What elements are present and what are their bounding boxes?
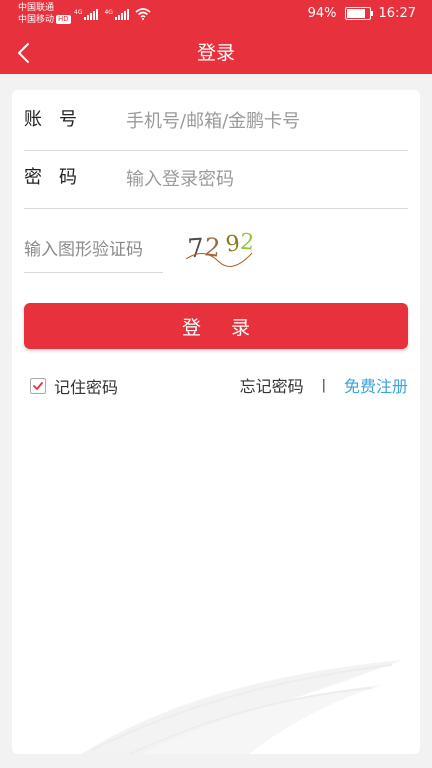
login-button[interactable]: 登录: [24, 303, 408, 349]
account-row: 账号: [24, 90, 408, 151]
wing-watermark-icon: [81, 660, 402, 754]
captcha-char-2: 2: [203, 232, 222, 263]
status-right: 94% 16:27: [308, 6, 416, 21]
captcha-input[interactable]: [24, 228, 163, 273]
battery-percent: 94%: [307, 6, 337, 21]
signal-icon-1: 4G: [74, 9, 99, 20]
status-bar: 中国联通 中国移动 HD 4G 4G 94% 16:27: [0, 0, 432, 32]
carrier-info: 中国联通 中国移动 HD: [18, 2, 71, 26]
captcha-image[interactable]: 7 2 9 2: [184, 223, 264, 267]
checkmark-icon: [33, 382, 43, 390]
remember-checkbox[interactable]: [30, 378, 46, 394]
register-link[interactable]: 免费注册: [344, 373, 408, 397]
link-divider: |: [321, 377, 326, 393]
signal-icon-2: 4G: [104, 9, 129, 20]
signal-indicators: 4G 4G: [74, 8, 151, 20]
hd-badge: HD: [56, 15, 71, 24]
carrier-2: 中国移动: [18, 15, 55, 25]
remember-password[interactable]: 记住密码: [30, 374, 118, 398]
account-input[interactable]: [124, 102, 408, 140]
carrier-2-row: 中国移动 HD: [18, 14, 71, 26]
clock: 16:27: [378, 6, 416, 21]
password-input[interactable]: [124, 160, 408, 198]
account-links: 忘记密码 | 免费注册: [240, 373, 408, 397]
account-label: 账号: [24, 109, 94, 130]
network-type-1: 4G: [74, 9, 83, 16]
wifi-icon: [135, 8, 151, 20]
login-card: 账号 密码 7 2 9 2 登录 记住密码 忘记密码 | 免费注册: [12, 90, 420, 754]
password-label: 密码: [24, 167, 94, 188]
password-row: 密码: [24, 148, 408, 209]
network-type-2: 4G: [104, 9, 113, 16]
page-title: 登录: [196, 42, 235, 64]
carrier-1: 中国联通: [18, 3, 55, 13]
remember-label: 记住密码: [54, 378, 119, 397]
battery-icon: [344, 7, 373, 20]
nav-bar: 登录: [0, 32, 432, 74]
forgot-password-link[interactable]: 忘记密码: [240, 373, 304, 397]
captcha-char-4: 2: [239, 230, 255, 256]
